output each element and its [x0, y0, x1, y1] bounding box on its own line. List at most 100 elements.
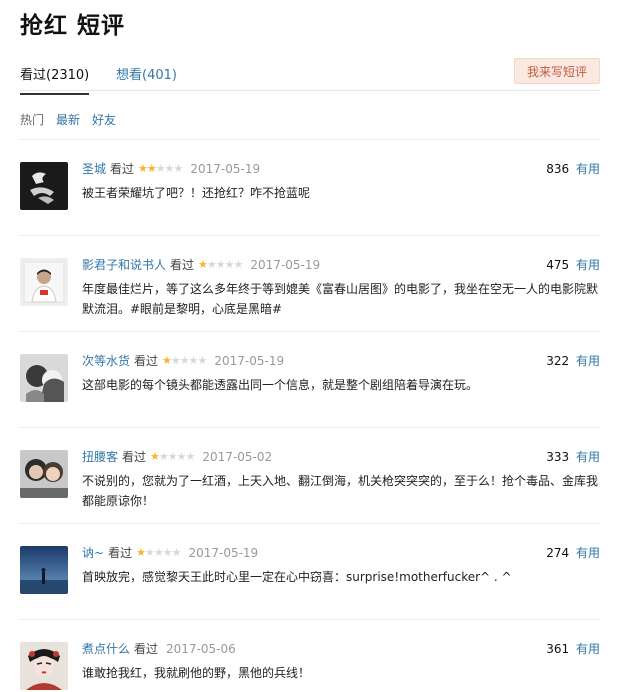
write-review-button[interactable]: 我来写短评	[513, 58, 600, 84]
useful-button[interactable]: 有用	[576, 450, 600, 464]
avatar[interactable]	[20, 258, 68, 306]
star-filled-icon: ★	[138, 162, 148, 175]
avatar[interactable]	[20, 546, 68, 594]
review-date: 2017-05-19	[188, 545, 259, 560]
useful-button[interactable]: 有用	[576, 642, 600, 656]
useful-votes: 361 有用	[546, 640, 600, 657]
useful-votes: 322 有用	[546, 352, 600, 369]
review-text: 谁敢抢我红，我就刷他的野，黑他的兵线！	[82, 666, 311, 680]
star-empty-icon: ★	[176, 450, 187, 463]
reviewer-name[interactable]: 影君子和说书人	[82, 256, 166, 273]
filter-friends[interactable]: 好友	[92, 111, 116, 128]
star-empty-icon: ★	[188, 354, 199, 367]
star-rating: ★★★★★	[198, 258, 244, 271]
star-empty-icon: ★	[224, 258, 235, 271]
star-filled-icon: ★	[146, 162, 157, 175]
reviewer-name[interactable]: 讷~	[82, 544, 104, 561]
star-empty-icon: ★	[144, 546, 155, 559]
star-empty-icon: ★	[167, 450, 178, 463]
star-rating: ★★★★★	[150, 450, 196, 463]
useful-count: 274	[546, 546, 570, 560]
tab-watched[interactable]: 看过(2310)	[20, 64, 90, 95]
review-meta: 次等水货 看过 ★★★★★ 2017-05-19	[82, 352, 284, 369]
watched-label: 看过	[110, 162, 135, 176]
review-item: 讷~ 看过 ★★★★★ 2017-05-19 274 有用 首映放完，感觉黎天王…	[20, 524, 600, 620]
reviewer-name[interactable]: 次等水货	[82, 352, 130, 369]
review-text: 不说别的，您就为了一红酒，上天入地、翻江倒海，机关枪突突突的，至于么！抢个毒品、…	[82, 474, 599, 508]
review-text: 这部电影的每个镜头都能透露出同一个信息，就是整个剧组陪着导演在玩。	[82, 378, 479, 392]
review-item: 圣城 看过 ★★★★★ 2017-05-19 836 有用 被王者荣耀坑了吧？！…	[20, 140, 600, 236]
review-item: 次等水货 看过 ★★★★★ 2017-05-19 322 有用 这部电影的每个镜…	[20, 332, 600, 428]
tab-bar: 看过(2310) 想看(401) 我来写短评	[20, 54, 600, 95]
watched-label: 看过	[108, 546, 133, 560]
useful-button[interactable]: 有用	[576, 354, 600, 368]
reviewer-name[interactable]: 煮点什么	[82, 640, 130, 657]
star-filled-icon: ★	[150, 450, 160, 463]
avatar[interactable]	[20, 162, 68, 210]
reviewer-name[interactable]: 扭腰客	[82, 448, 118, 465]
useful-count: 361	[546, 642, 570, 656]
watched-label: 看过	[134, 354, 159, 368]
review-item: 影君子和说书人 看过 ★★★★★ 2017-05-19 475 有用 年度最佳烂…	[20, 236, 600, 332]
avatar[interactable]	[20, 354, 68, 402]
sort-filters: 热门 最新 好友	[20, 99, 600, 140]
useful-button[interactable]: 有用	[576, 546, 600, 560]
useful-button[interactable]: 有用	[576, 162, 600, 176]
filter-latest[interactable]: 最新	[56, 111, 80, 128]
star-empty-icon: ★	[215, 258, 226, 271]
star-filled-icon: ★	[162, 354, 172, 367]
watched-label: 看过	[122, 450, 147, 464]
useful-count: 322	[546, 354, 570, 368]
review-item: 煮点什么 看过 2017-05-06 361 有用 谁敢抢我红，我就刷他的野，黑…	[20, 620, 600, 692]
useful-votes: 475 有用	[546, 256, 600, 273]
review-text: 被王者荣耀坑了吧？！还抢红？咋不抢蓝呢	[82, 186, 311, 200]
review-list: 圣城 看过 ★★★★★ 2017-05-19 836 有用 被王者荣耀坑了吧？！…	[20, 140, 600, 692]
useful-votes: 333 有用	[546, 448, 600, 465]
star-empty-icon: ★	[206, 258, 217, 271]
review-date: 2017-05-19	[250, 257, 321, 272]
tab-want-to-watch[interactable]: 想看(401)	[116, 64, 177, 83]
review-item: 扭腰客 看过 ★★★★★ 2017-05-02 333 有用 不说别的，您就为了…	[20, 428, 600, 524]
review-date: 2017-05-06	[166, 641, 236, 656]
star-filled-icon: ★	[198, 258, 208, 271]
useful-count: 333	[546, 450, 570, 464]
star-rating: ★★★★★	[138, 162, 184, 175]
filter-hot[interactable]: 热门	[20, 111, 44, 128]
review-meta: 扭腰客 看过 ★★★★★ 2017-05-02	[82, 448, 272, 465]
useful-votes: 274 有用	[546, 544, 600, 561]
review-date: 2017-05-19	[190, 161, 261, 176]
star-rating: ★★★★★	[136, 546, 182, 559]
star-empty-icon: ★	[171, 546, 182, 559]
star-empty-icon: ★	[155, 162, 166, 175]
useful-button[interactable]: 有用	[576, 258, 600, 272]
page-title: 抢红 短评	[20, 13, 126, 39]
star-empty-icon: ★	[164, 162, 175, 175]
star-empty-icon: ★	[197, 354, 208, 367]
review-meta: 圣城 看过 ★★★★★ 2017-05-19	[82, 160, 260, 177]
star-empty-icon: ★	[158, 450, 169, 463]
useful-count: 475	[546, 258, 570, 272]
useful-count: 836	[546, 162, 570, 176]
star-empty-icon: ★	[162, 546, 173, 559]
star-empty-icon: ★	[179, 354, 190, 367]
review-text: 首映放完，感觉黎天王此时心里一定在心中窃喜：surprise!motherfuc…	[82, 570, 512, 584]
reviewer-name[interactable]: 圣城	[82, 160, 106, 177]
star-empty-icon: ★	[173, 162, 184, 175]
star-rating: ★★★★★	[162, 354, 208, 367]
review-text: 年度最佳烂片，等了这么多年终于等到媲美《富春山居图》的电影了，我坐在空无一人的电…	[82, 282, 599, 316]
avatar[interactable]	[20, 450, 68, 498]
star-empty-icon: ★	[153, 546, 164, 559]
star-empty-icon: ★	[233, 258, 244, 271]
comments-page: 抢红 短评 看过(2310) 想看(401) 我来写短评 热门 最新 好友 圣城…	[0, 0, 640, 692]
star-empty-icon: ★	[185, 450, 196, 463]
useful-votes: 836 有用	[546, 160, 600, 177]
review-date: 2017-05-02	[202, 449, 273, 464]
review-meta: 讷~ 看过 ★★★★★ 2017-05-19	[82, 544, 258, 561]
review-date: 2017-05-19	[214, 353, 285, 368]
watched-label: 看过	[134, 642, 159, 656]
review-meta: 影君子和说书人 看过 ★★★★★ 2017-05-19	[82, 256, 320, 273]
star-empty-icon: ★	[170, 354, 181, 367]
watched-label: 看过	[170, 258, 195, 272]
star-filled-icon: ★	[136, 546, 146, 559]
avatar[interactable]	[20, 642, 68, 690]
